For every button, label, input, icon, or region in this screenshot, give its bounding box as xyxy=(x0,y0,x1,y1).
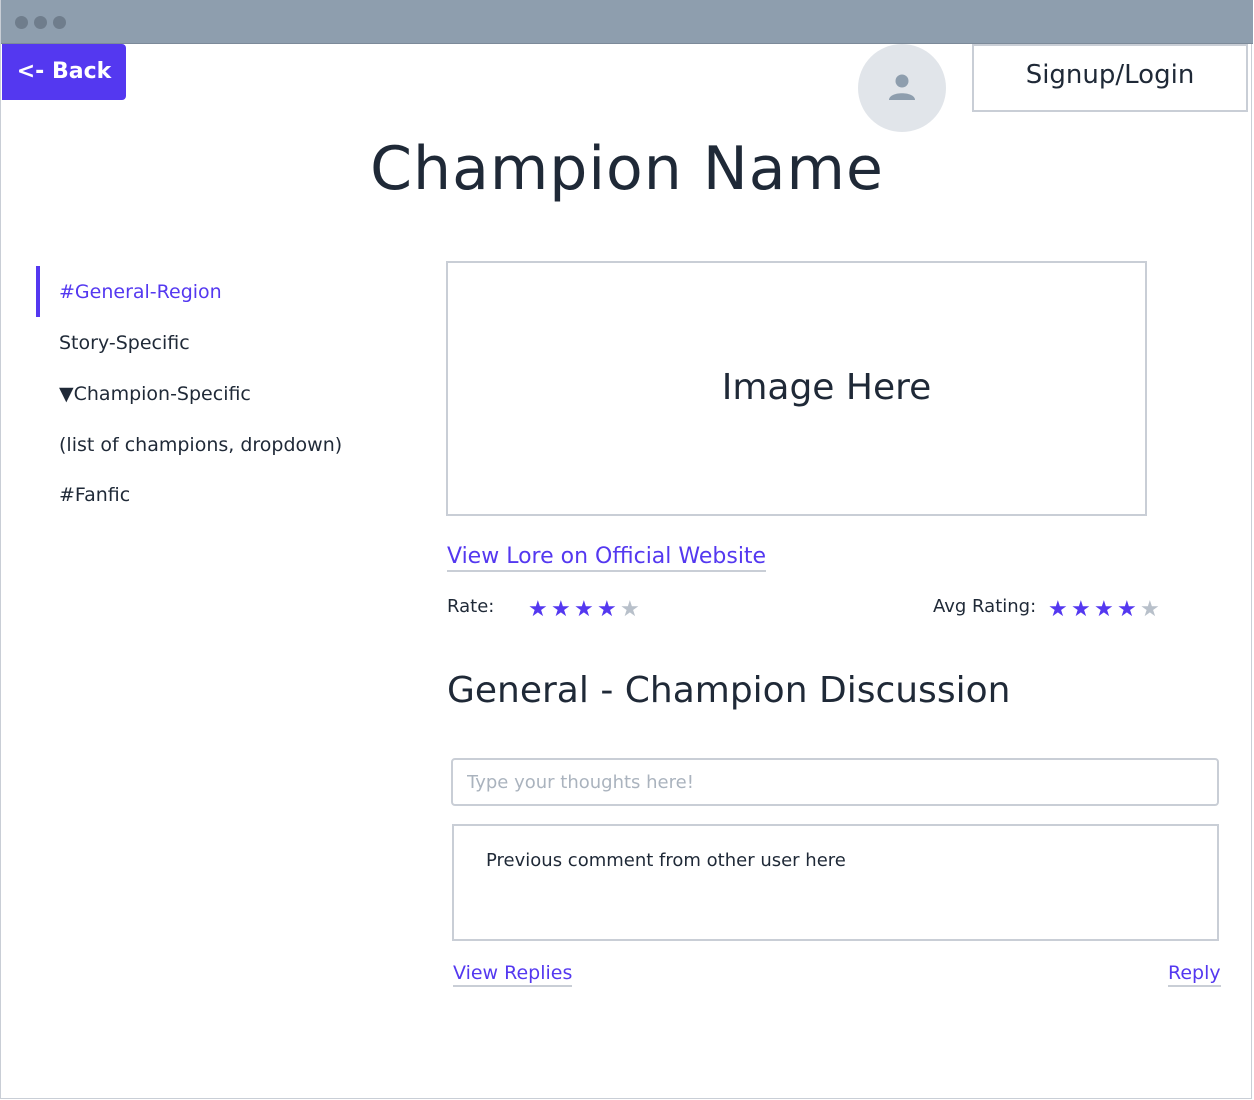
star-icon: ★ xyxy=(1140,597,1160,622)
sidebar-item-champion-specific[interactable]: ▼Champion-Specific xyxy=(59,383,251,405)
star-icon[interactable]: ★ xyxy=(528,599,551,621)
sidebar-item-story-specific[interactable]: Story-Specific xyxy=(59,332,190,354)
champion-image-placeholder: Image Here xyxy=(446,261,1147,516)
avg-rating-label: Avg Rating: xyxy=(933,596,1037,617)
rate-label: Rate: xyxy=(447,596,495,617)
window-titlebar xyxy=(1,0,1253,44)
app-window: <- Back Signup/Login Champion Name #Gene… xyxy=(0,0,1253,1099)
reply-link[interactable]: Reply xyxy=(1168,962,1221,987)
comment-input[interactable] xyxy=(451,758,1219,806)
star-icon[interactable]: ★ xyxy=(620,599,643,621)
star-icon: ★ xyxy=(1071,597,1091,622)
star-icon: ★ xyxy=(1048,597,1068,622)
avatar[interactable] xyxy=(858,44,946,132)
sidebar-active-indicator xyxy=(36,266,40,317)
sidebar-item-fanfic[interactable]: #Fanfic xyxy=(59,484,130,506)
rate-star-input[interactable]: ★ ★ ★ ★ ★ xyxy=(528,599,643,621)
sidebar-item-champion-list[interactable]: (list of champions, dropdown) xyxy=(59,434,342,456)
star-icon[interactable]: ★ xyxy=(574,599,597,621)
image-placeholder-label: Image Here xyxy=(721,367,932,408)
window-dot-icon xyxy=(15,16,28,29)
avg-rating-stars: ★ ★ ★ ★ ★ xyxy=(1048,599,1163,621)
star-icon: ★ xyxy=(1094,597,1114,622)
window-dot-icon xyxy=(34,16,47,29)
discussion-heading: General - Champion Discussion xyxy=(447,670,1011,711)
view-lore-link[interactable]: View Lore on Official Website xyxy=(447,544,767,572)
view-replies-link[interactable]: View Replies xyxy=(453,962,573,987)
previous-comment-text: Previous comment from other user here xyxy=(486,850,846,871)
previous-comment: Previous comment from other user here xyxy=(452,824,1219,941)
signup-login-button[interactable]: Signup/Login xyxy=(972,44,1248,112)
back-button[interactable]: <- Back xyxy=(2,44,126,100)
star-icon[interactable]: ★ xyxy=(597,599,620,621)
page-title: Champion Name xyxy=(370,134,884,204)
sidebar-item-general-region[interactable]: #General-Region xyxy=(59,281,222,303)
star-icon: ★ xyxy=(1117,597,1137,622)
user-icon xyxy=(889,74,915,100)
window-dot-icon xyxy=(53,16,66,29)
star-icon[interactable]: ★ xyxy=(551,599,574,621)
